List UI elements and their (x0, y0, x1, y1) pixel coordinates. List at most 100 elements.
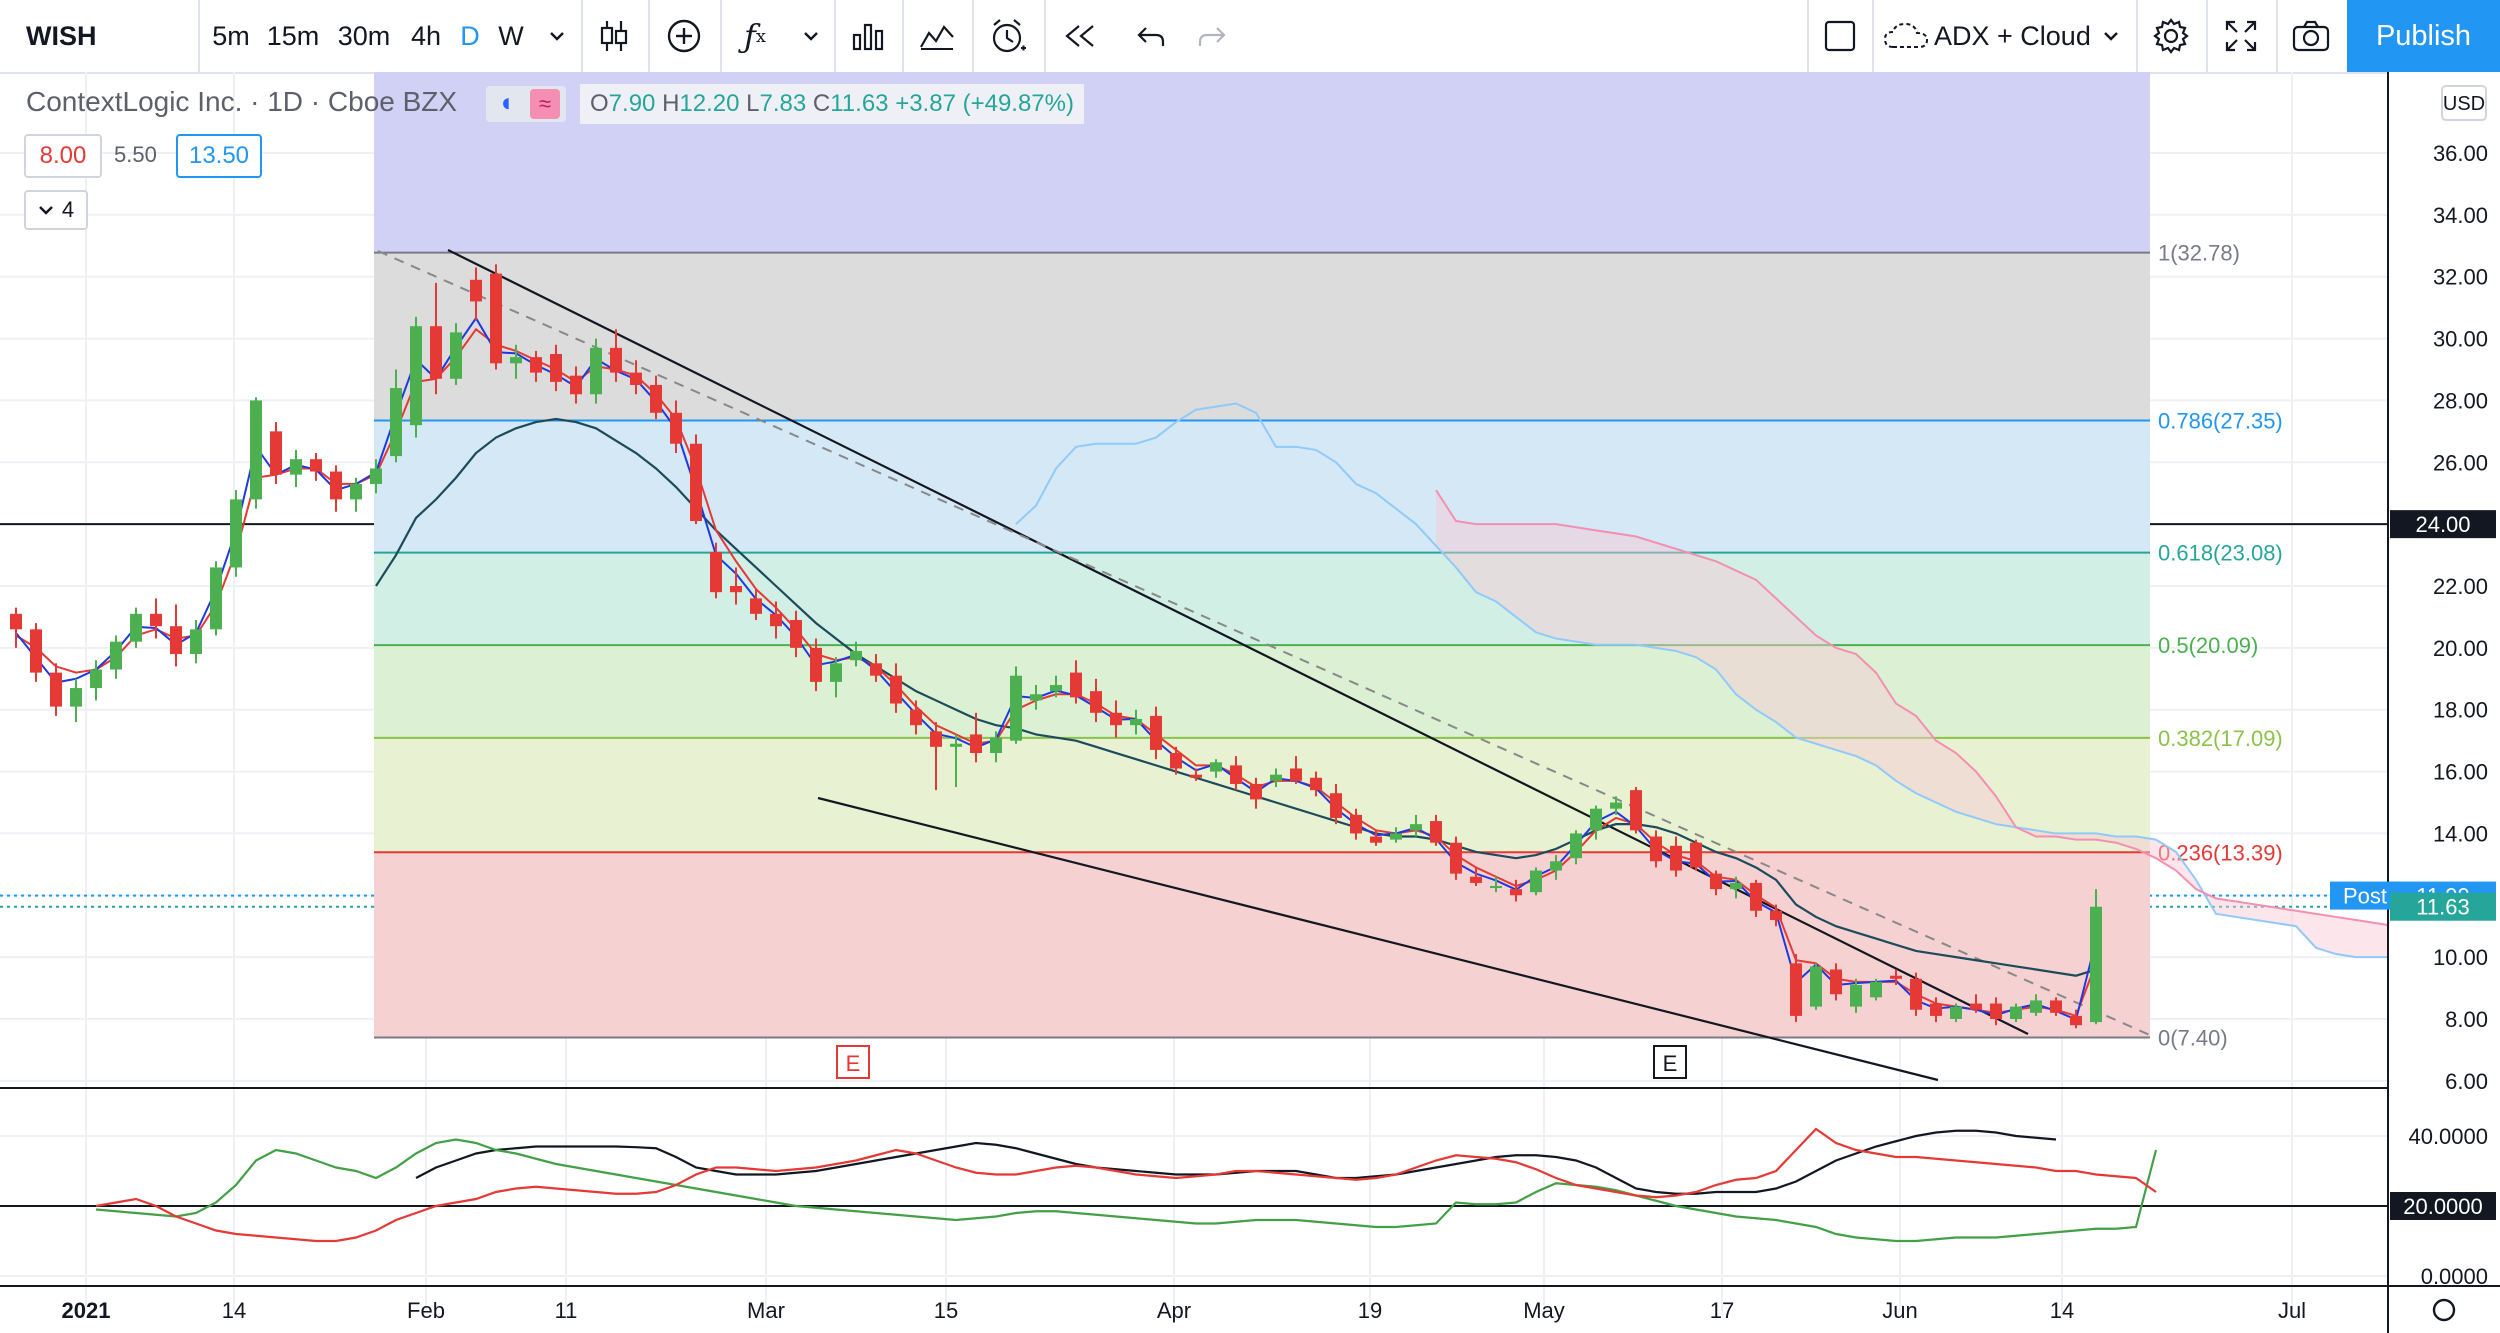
ohlc-legend: O 7.90 H 12.20 L 7.83 C 11.63 +3.87 (+49.87%… (580, 84, 1084, 124)
candle-body (370, 468, 382, 484)
dark-mode-icon[interactable]: ◖ (498, 87, 514, 118)
snapshot-camera-icon[interactable] (2280, 0, 2342, 72)
legend-icons[interactable]: ◖ ≈ (486, 86, 566, 122)
price-tick-label: 26.00 (2433, 450, 2488, 475)
candle-body (1570, 833, 1582, 859)
candle-body (310, 459, 322, 472)
interval-d[interactable]: D (455, 0, 485, 72)
interval-30m[interactable]: 30m (330, 0, 398, 72)
candle-body (1210, 762, 1222, 772)
candle-body (1270, 774, 1282, 781)
high-value: 12.20 (679, 90, 740, 117)
candle-body (290, 459, 302, 475)
candle-body (1750, 882, 1762, 911)
layout-chevron-down-icon[interactable] (2096, 0, 2126, 72)
close-value: 11.63 (830, 90, 889, 117)
replay-rewind-icon[interactable] (1048, 0, 1112, 72)
candle-body (70, 688, 82, 707)
candle-body (1190, 774, 1202, 778)
fullscreen-icon[interactable] (2210, 0, 2272, 72)
candle-body (1830, 969, 1842, 995)
candle-body (10, 613, 22, 630)
candle-body (590, 347, 602, 395)
settings-gear-icon[interactable] (2140, 0, 2202, 72)
undo-icon[interactable] (1120, 0, 1182, 72)
fib-level-label: 1(32.78) (2158, 241, 2240, 266)
time-tick-label: 14 (2050, 1298, 2074, 1323)
layout-square-icon[interactable] (1812, 0, 1868, 72)
earnings-marker-label: E (846, 1051, 861, 1076)
candle-body (430, 326, 442, 379)
indicators-chevron-down-icon[interactable] (792, 0, 830, 72)
candle-body (670, 412, 682, 444)
interval-4h[interactable]: 4h (405, 0, 447, 72)
redo-icon[interactable] (1182, 0, 1242, 72)
last-price-label: 11.63 (2416, 895, 2469, 920)
adx-pane (0, 1127, 2388, 1277)
post-tag-label: Post (2343, 884, 2387, 909)
indicator-value-3[interactable]: 13.50 (176, 134, 262, 178)
publish-button[interactable]: Publish (2347, 0, 2500, 72)
candle-body (1510, 889, 1522, 896)
price-tick-label: 34.00 (2433, 203, 2488, 228)
fib-level-label: 0(7.40) (2158, 1026, 2228, 1051)
interval-w[interactable]: W (493, 0, 529, 72)
price-tick-label: 28.00 (2433, 388, 2488, 413)
candle-body (250, 400, 262, 500)
candle-body (930, 731, 942, 747)
candle-body (1630, 790, 1642, 831)
candle-body (1950, 1006, 1962, 1019)
candle-body (1310, 777, 1322, 791)
ideas-chart-icon[interactable] (906, 0, 968, 72)
candle-body (1910, 978, 1922, 1010)
candle-body (490, 273, 502, 364)
compare-add-icon[interactable] (652, 0, 716, 72)
open-value: 7.90 (608, 90, 656, 117)
candle-body (1090, 691, 1102, 713)
price-tick-label: 30.00 (2433, 327, 2488, 352)
indicator-value-1[interactable]: 8.00 (24, 134, 102, 178)
high-label: H (662, 90, 680, 117)
candle-body (1470, 876, 1482, 883)
time-tick-label: May (1523, 1298, 1565, 1323)
candle-body (150, 613, 162, 627)
candle-body (1790, 963, 1802, 1016)
price-tick-label: 6.00 (2445, 1069, 2488, 1094)
candle-body (630, 372, 642, 385)
time-tick-label: 19 (1358, 1298, 1382, 1323)
fib-level-label: 0.5(20.09) (2158, 633, 2258, 658)
time-tick-label: Jun (1882, 1298, 1917, 1323)
currency-label: USD (2443, 93, 2485, 115)
interval-5m[interactable]: 5m (207, 0, 255, 72)
fib-zone (374, 552, 2150, 646)
candle-body (750, 598, 762, 614)
adx-series-adx (415, 1129, 2057, 1195)
candle-body (830, 663, 842, 682)
candle-body (1710, 873, 1722, 890)
candle-body (1430, 821, 1442, 843)
interval-15m[interactable]: 15m (263, 0, 323, 72)
candle-body (90, 669, 102, 689)
symbol-search[interactable]: WISH (0, 0, 198, 72)
financials-bar-icon[interactable] (838, 0, 898, 72)
earnings-marker-label: E (1663, 1051, 1678, 1076)
candle-body (230, 499, 242, 568)
candle-body (550, 354, 562, 382)
indicators-fx-icon[interactable]: ƒx (725, 0, 785, 72)
time-tick-label: 2021 (62, 1298, 111, 1323)
cloud-save-icon[interactable] (1880, 0, 1932, 72)
collapse-legend-button[interactable]: 4 (24, 190, 88, 230)
candles-chart-type-icon[interactable] (585, 0, 643, 72)
candle-body (190, 629, 202, 655)
candle-body (1290, 768, 1302, 781)
layout-name[interactable]: ADX + Cloud (1934, 0, 2104, 72)
open-label: O (590, 90, 609, 117)
candle-body (890, 675, 902, 704)
chart-area[interactable]: 1(32.78) 0.786(27.35) 0.618(23.08) 0.5(20.0… (0, 72, 2500, 1333)
alert-clock-icon[interactable] (976, 0, 1040, 72)
interval-chevron-down-icon[interactable] (537, 0, 577, 72)
candle-body (2070, 1015, 2082, 1026)
candle-body (1970, 1003, 1982, 1010)
wave-icon[interactable]: ≈ (530, 89, 560, 119)
candle-body (770, 613, 782, 627)
